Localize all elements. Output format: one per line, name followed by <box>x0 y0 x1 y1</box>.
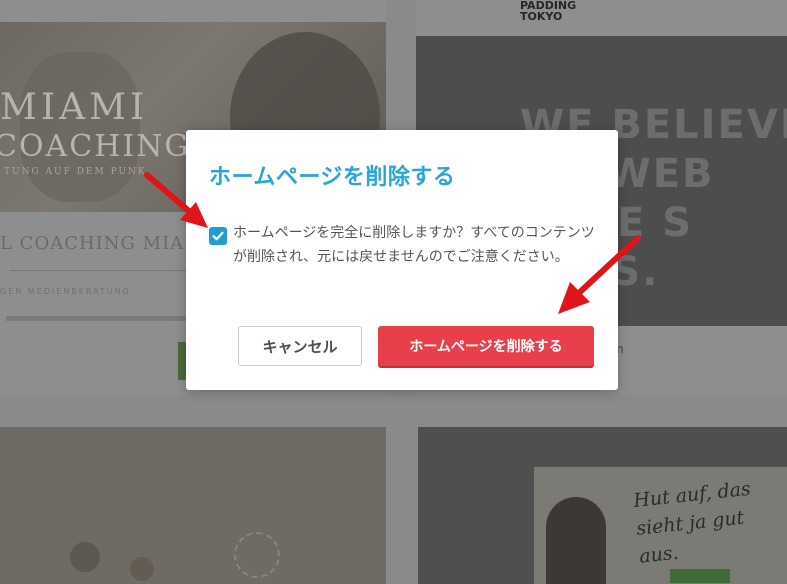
delete-homepage-button[interactable]: ホームページを削除する <box>378 326 594 366</box>
cancel-button[interactable]: キャンセル <box>238 326 362 366</box>
dialog-title: ホームページを削除する <box>209 165 456 190</box>
red-arrow-icon <box>558 235 641 314</box>
red-arrow-icon <box>144 172 208 228</box>
confirm-delete-label[interactable]: ホームページを完全に削除しますか？すべてのコンテンツが削除され、元には戻せません… <box>233 221 599 269</box>
